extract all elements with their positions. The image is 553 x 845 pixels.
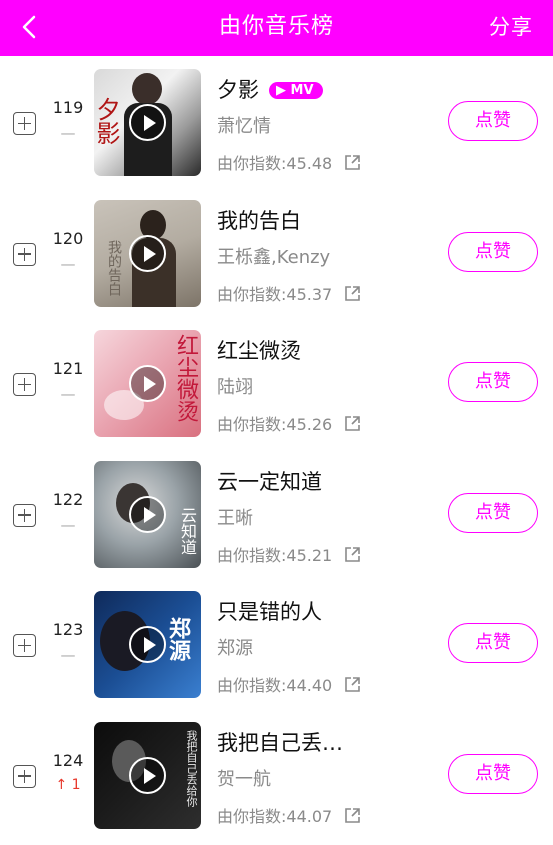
album-cover[interactable]: 夕影 <box>94 69 201 176</box>
add-to-playlist-icon[interactable] <box>13 242 36 266</box>
external-link-icon[interactable] <box>344 415 361 432</box>
rank-number: 120 <box>52 228 84 248</box>
song-title: 只是错的人 <box>217 600 322 624</box>
song-row[interactable]: 124 ↑ 1 我把自己丢给你 我把自己丢… 贺一航 由你指数:44.07 点赞 <box>0 709 553 840</box>
artist-name: 陆翊 <box>217 377 253 398</box>
album-cover[interactable]: 云知道 <box>94 460 201 568</box>
album-cover[interactable]: 我的告白 <box>94 199 201 307</box>
artist-name: 王晰 <box>217 507 253 529</box>
rank-trend: — <box>60 385 76 403</box>
song-list: 119 — 夕影 夕影 ▶ MV 萧忆情 由你指数:45.48 点赞 120 — … <box>0 56 553 839</box>
popularity-index: 由你指数:44.07 <box>217 803 361 827</box>
song-title: 夕影 ▶ MV <box>217 74 323 104</box>
rank-trend: — <box>60 254 76 273</box>
page-title: 由你音乐榜 <box>218 14 334 39</box>
artist-name: 王栎鑫,Kenzy <box>217 246 331 268</box>
add-to-playlist-icon[interactable] <box>13 764 36 788</box>
artist-name: 萧忆情 <box>217 116 271 137</box>
like-button[interactable]: 点赞 <box>448 101 538 141</box>
cover-lettering: 我把自己丢给你 <box>185 729 198 807</box>
song-title: 红尘微烫 <box>217 339 301 363</box>
rank-trend: — <box>60 646 76 664</box>
external-link-icon[interactable] <box>344 546 361 563</box>
popularity-index: 由你指数:45.26 <box>217 411 361 435</box>
external-link-icon[interactable] <box>344 154 361 171</box>
cover-lettering: 夕影 <box>94 97 120 145</box>
rank-trend: ↑ 1 <box>55 776 81 793</box>
song-row[interactable]: 123 — 郑源 只是错的人 郑源 由你指数:44.40 点赞 <box>0 578 553 709</box>
like-button[interactable]: 点赞 <box>448 623 538 663</box>
play-icon[interactable] <box>129 756 166 794</box>
play-icon[interactable] <box>129 234 166 272</box>
play-icon[interactable] <box>129 626 166 663</box>
artist-name: 贺一航 <box>217 768 271 790</box>
album-cover[interactable]: 我把自己丢给你 <box>94 721 201 829</box>
rank-number: 119 <box>52 98 84 117</box>
like-button[interactable]: 点赞 <box>448 362 538 402</box>
play-icon[interactable] <box>129 495 166 533</box>
popularity-index: 由你指数:45.37 <box>217 281 361 305</box>
play-icon[interactable] <box>129 104 166 141</box>
external-link-icon[interactable] <box>344 807 361 824</box>
song-row[interactable]: 120 — 我的告白 我的告白 王栎鑫,Kenzy 由你指数:45.37 点赞 <box>0 187 553 318</box>
popularity-index: 由你指数:45.48 <box>217 150 361 174</box>
rank-number: 122 <box>52 489 84 509</box>
add-to-playlist-icon[interactable] <box>13 112 36 135</box>
like-button[interactable]: 点赞 <box>448 231 538 272</box>
top-bar: 由你音乐榜 分享 <box>0 0 553 56</box>
cover-lettering: 红尘微烫 <box>173 334 198 422</box>
album-cover[interactable]: 红尘微烫 <box>94 330 201 437</box>
popularity-index: 由你指数:45.21 <box>217 542 361 566</box>
song-title: 我的告白 <box>217 208 301 233</box>
song-row[interactable]: 121 — 红尘微烫 红尘微烫 陆翊 由你指数:45.26 点赞 <box>0 317 553 448</box>
cover-lettering: 我的告白 <box>106 239 122 296</box>
rank-trend: — <box>60 124 76 142</box>
rank-number: 121 <box>52 359 84 378</box>
external-link-icon[interactable] <box>344 676 361 693</box>
share-button[interactable]: 分享 <box>489 12 533 42</box>
cover-figure <box>132 73 162 105</box>
external-link-icon[interactable] <box>344 285 361 302</box>
mv-badge[interactable]: ▶ MV <box>269 82 323 99</box>
play-icon[interactable] <box>129 365 166 402</box>
like-button[interactable]: 点赞 <box>448 492 538 533</box>
rank-number: 124 <box>52 750 84 770</box>
artist-name: 郑源 <box>217 638 253 659</box>
song-row[interactable]: 122 — 云知道 云一定知道 王晰 由你指数:45.21 点赞 <box>0 448 553 579</box>
song-title: 我把自己丢… <box>217 730 343 755</box>
cover-lettering: 云知道 <box>178 506 197 555</box>
album-cover[interactable]: 郑源 <box>94 591 201 698</box>
add-to-playlist-icon[interactable] <box>13 373 36 396</box>
popularity-index: 由你指数:44.40 <box>217 672 361 696</box>
rank-trend: — <box>60 515 76 534</box>
song-title: 云一定知道 <box>217 469 322 494</box>
add-to-playlist-icon[interactable] <box>13 634 36 657</box>
rank-number: 123 <box>52 620 84 639</box>
song-row[interactable]: 119 — 夕影 夕影 ▶ MV 萧忆情 由你指数:45.48 点赞 <box>0 56 553 187</box>
add-to-playlist-icon[interactable] <box>13 503 36 527</box>
like-button[interactable]: 点赞 <box>448 753 538 794</box>
